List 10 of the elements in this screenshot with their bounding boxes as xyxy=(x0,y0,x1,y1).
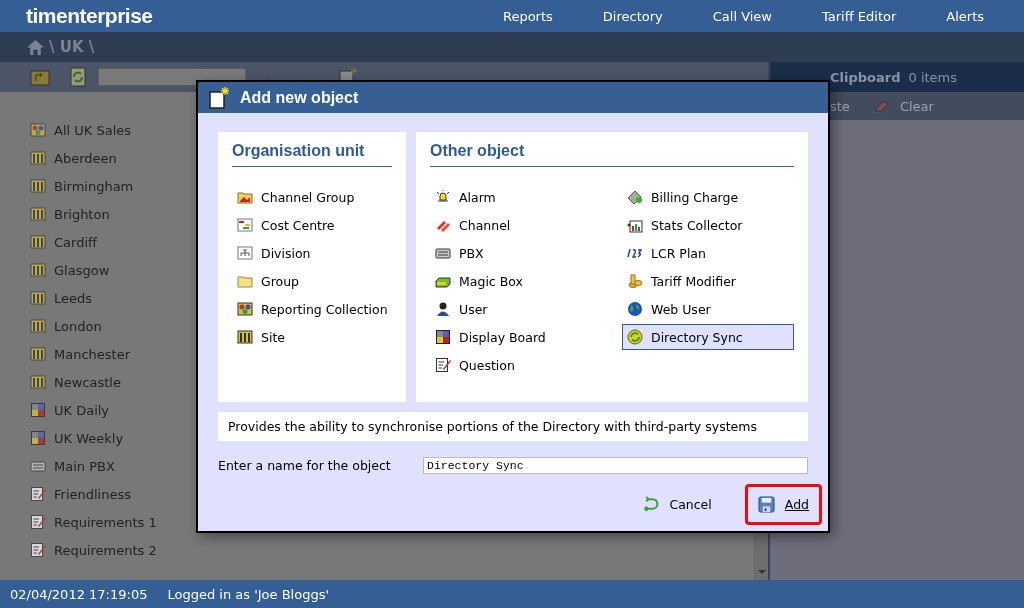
object-description: Provides the ability to synchronise portions of the Directory with third-party systems xyxy=(218,412,808,441)
clipboard-count: 0 items xyxy=(908,69,958,85)
name-label: Enter a name for the object xyxy=(218,458,392,473)
section-heading: Organisation unit xyxy=(232,142,392,167)
status-user: Logged in as 'Joe Bloggs' xyxy=(167,586,329,602)
breadcrumb-path: \ UK \ xyxy=(49,38,95,56)
clipboard-title: Clipboard xyxy=(830,69,901,85)
dialog-title: Add new object xyxy=(240,88,359,107)
status-datetime: 02/04/2012 17:19:05 xyxy=(10,586,148,602)
section-heading: Other object xyxy=(430,142,794,167)
